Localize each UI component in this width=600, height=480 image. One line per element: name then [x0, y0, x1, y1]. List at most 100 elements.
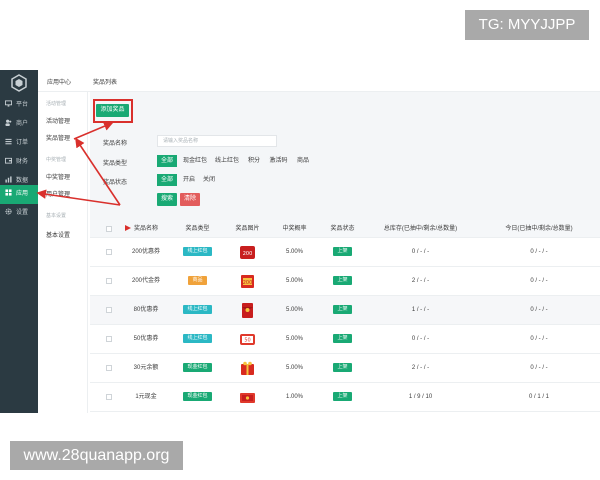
type-option-online[interactable]: 线上红包 [212, 155, 242, 167]
prize-rate: 1.00% [285, 394, 303, 400]
type-option-cash[interactable]: 现金红包 [180, 155, 210, 167]
prize-type-cell: 线上红包 [175, 296, 220, 325]
row-checkbox[interactable] [106, 365, 112, 371]
breadcrumb-current: 奖品列表 [93, 80, 118, 86]
row-checkbox[interactable] [106, 278, 112, 284]
subnav-group-winning: 中奖管理 [46, 157, 67, 163]
prize-name: 80优惠券 [133, 307, 159, 313]
wallet-icon [5, 157, 12, 164]
prize-type-tag: 线上红包 [183, 246, 212, 256]
svg-text:200: 200 [243, 280, 253, 286]
rail-item-settings[interactable]: 设置 [0, 204, 38, 223]
subnav-item-prizes[interactable]: 奖品管理 [46, 133, 70, 142]
search-button[interactable]: 搜索 [157, 193, 177, 206]
cube-logo-icon [11, 74, 27, 92]
table-row[interactable]: 1元现金 现金红包 1.00% 上架 1 / 9 / 10 0 / 1 / 1 [90, 383, 600, 412]
prize-rate: 5.00% [285, 249, 303, 255]
sub-sidebar: 活动管理 活动管理 奖品管理 中奖管理 中奖管理 用户管理 基本设置 基本设置 [38, 70, 88, 413]
apps-icon [5, 189, 12, 196]
prize-name-input[interactable]: 请输入奖品名称 [157, 135, 277, 147]
table-header: 奖品名称 奖品类型 奖品图片 中奖概率 奖品状态 总库存(已抽中/剩余/总数量)… [90, 220, 600, 238]
subnav-group-basic: 基本设置 [46, 213, 67, 219]
prize-name-label: 奖品名称 [103, 141, 128, 147]
total-stock: 0 / - / - [411, 336, 430, 342]
type-option-all[interactable]: 全部 [157, 155, 177, 167]
type-option-goods[interactable]: 商品 [293, 155, 313, 167]
chart-icon [5, 176, 12, 183]
prize-type-tag: 线上红包 [183, 333, 212, 343]
prize-name: 200优惠券 [131, 249, 160, 255]
gear-icon [5, 208, 12, 215]
prize-table: 奖品名称 奖品类型 奖品图片 中奖概率 奖品状态 总库存(已抽中/剩余/总数量)… [90, 220, 600, 413]
row-checkbox[interactable] [106, 249, 112, 255]
prize-type-label: 奖品类型 [103, 161, 128, 167]
rail-item-platform[interactable]: 平台 [0, 96, 38, 115]
total-stock: 2 / - / - [411, 278, 430, 284]
prize-rate: 5.00% [285, 365, 303, 371]
table-row[interactable]: 80优惠券 线上红包 5.00% 上架 1 / - / - 0 / - / - [90, 296, 600, 325]
cash-envelope-image-icon [240, 393, 255, 403]
coupon-image-icon: 200 [240, 246, 255, 259]
total-stock: 1 / 9 / 10 [408, 394, 433, 400]
rail-label: 订单 [16, 140, 29, 146]
row-checkbox[interactable] [106, 307, 112, 313]
status-option-all[interactable]: 全部 [157, 174, 177, 186]
prize-status-cell: 上架 [320, 325, 365, 354]
type-option-points[interactable]: 积分 [244, 155, 264, 167]
subnav-item-activity[interactable]: 活动管理 [46, 116, 70, 125]
prize-type-cell: 线上红包 [175, 325, 220, 354]
rail-item-apps[interactable]: 应用 [0, 185, 38, 204]
voucher-image-icon: 200 [241, 275, 254, 288]
prize-type-tag: 商品 [188, 275, 207, 285]
prize-status-cell: 上架 [320, 267, 365, 296]
subnav-item-basic[interactable]: 基本设置 [46, 230, 70, 239]
monitor-icon [5, 100, 12, 107]
prize-name: 1元现金 [135, 394, 157, 400]
column-header: 今日(已抽中/剩余/总数量) [505, 226, 573, 232]
prize-rate: 5.00% [285, 278, 303, 284]
today-stock: 0 / - / - [530, 336, 548, 342]
today-stock: 0 / - / - [530, 307, 548, 313]
prize-name: 200代金券 [131, 278, 160, 284]
rail-label: 财务 [16, 159, 29, 165]
prize-type-cell: 线上红包 [175, 238, 220, 267]
main-sidebar: 平台 商户 订单 财务 数据 应用 设置 [0, 70, 38, 413]
status-badge: 上架 [333, 304, 352, 314]
table-row[interactable]: 200代金券 商品 200 5.00% 上架 2 / - / - 0 / - /… [90, 267, 600, 296]
prize-status-cell: 上架 [320, 383, 365, 412]
prize-type-cell: 现金红包 [175, 383, 220, 412]
row-checkbox[interactable] [106, 394, 112, 400]
status-badge: 上架 [333, 362, 352, 372]
status-option-on[interactable]: 开启 [180, 174, 198, 186]
prize-status-cell: 上架 [320, 296, 365, 325]
select-all-checkbox[interactable] [106, 226, 112, 232]
add-prize-button[interactable]: 添加奖品 [96, 104, 129, 117]
table-row[interactable]: 30元余额 现金红包 5.00% 上架 2 / - / - 0 / - / - [90, 354, 600, 383]
red-envelope-image-icon [242, 303, 253, 318]
today-stock: 0 / - / - [530, 249, 548, 255]
rail-label: 平台 [16, 102, 29, 108]
rail-item-finance[interactable]: 财务 [0, 153, 38, 172]
prize-name: 50优惠券 [133, 336, 159, 342]
subnav-group-activity: 活动管理 [46, 101, 67, 107]
prize-status-label: 奖品状态 [103, 180, 128, 186]
prize-type-cell: 现金红包 [175, 354, 220, 383]
coupon-image-icon: 50 [240, 334, 255, 345]
rail-item-order[interactable]: 订单 [0, 134, 38, 153]
total-stock: 0 / - / - [411, 249, 430, 255]
subnav-item-users[interactable]: 用户管理 [46, 189, 70, 198]
breadcrumb-home[interactable]: 应用中心 [47, 77, 71, 86]
rail-item-merchant[interactable]: 商户 [0, 115, 38, 134]
subnav-item-winning[interactable]: 中奖管理 [46, 172, 70, 181]
prize-type-tag: 线上红包 [183, 304, 212, 314]
table-row[interactable]: 50优惠券 线上红包 50 5.00% 上架 0 / - / - 0 / - /… [90, 325, 600, 354]
table-row[interactable]: 200优惠券 线上红包 200 5.00% 上架 0 / - / - 0 / -… [90, 238, 600, 267]
type-option-code[interactable]: 激活码 [266, 155, 291, 167]
prize-status-cell: 上架 [320, 238, 365, 267]
prize-type-tag: 现金红包 [183, 362, 212, 372]
clear-button[interactable]: 清除 [180, 193, 200, 206]
list-icon [5, 138, 12, 145]
rail-label: 数据 [16, 178, 29, 184]
status-option-off[interactable]: 关闭 [200, 174, 218, 186]
row-checkbox[interactable] [106, 336, 112, 342]
